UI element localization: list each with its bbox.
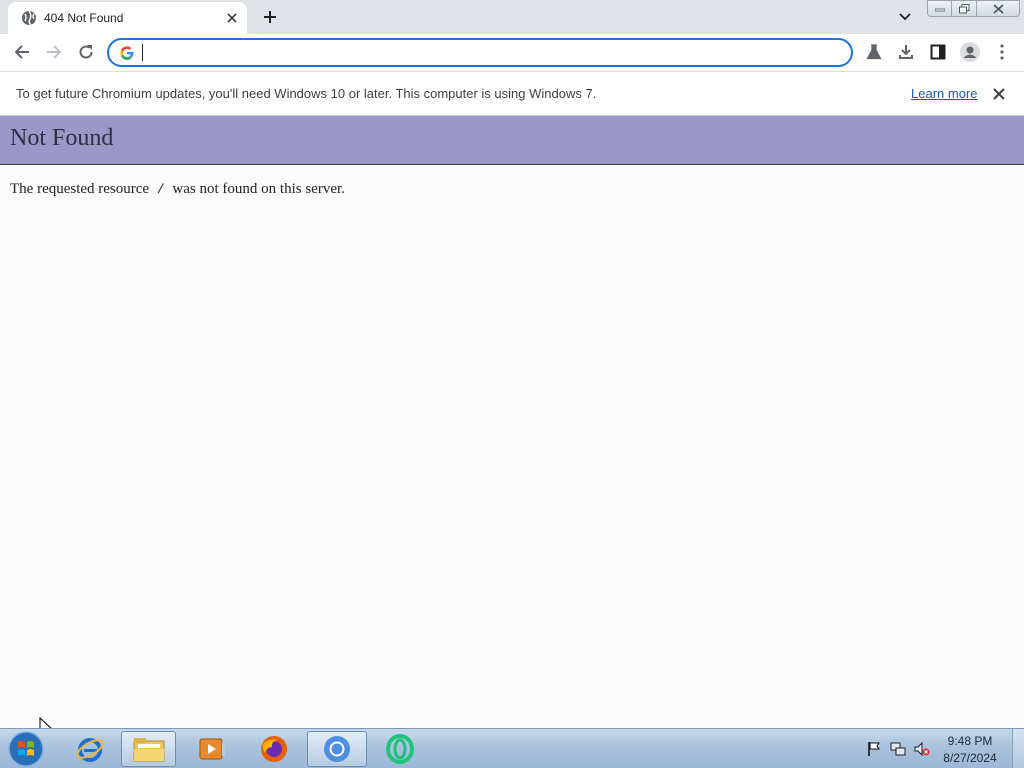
message-after: was not found on this server. xyxy=(172,181,345,197)
message-before: The requested resource xyxy=(10,181,150,197)
reload-icon[interactable] xyxy=(74,40,98,64)
labs-flask-icon[interactable] xyxy=(862,40,886,64)
clock-date[interactable]: 8/27/2024 xyxy=(935,751,1005,765)
minimize-window-icon[interactable] xyxy=(927,0,952,17)
page-header: Not Found xyxy=(0,116,1024,165)
clock-time[interactable]: 9:48 PM xyxy=(935,734,1005,748)
globe-icon xyxy=(21,10,37,26)
forward-icon[interactable] xyxy=(42,40,66,64)
back-icon[interactable] xyxy=(10,40,34,64)
tab-strip: 404 Not Found xyxy=(0,0,1024,34)
menu-icon[interactable] xyxy=(990,40,1014,64)
error-message: The requested resource / was not found o… xyxy=(10,181,345,198)
show-desktop-button[interactable] xyxy=(1012,729,1024,768)
internet-explorer-icon[interactable] xyxy=(70,731,110,767)
action-center-flag-icon[interactable] xyxy=(866,741,882,757)
firefox-icon[interactable] xyxy=(254,731,294,767)
page-title: Not Found xyxy=(10,125,114,151)
opera-icon[interactable] xyxy=(380,731,420,767)
download-icon[interactable] xyxy=(894,40,918,64)
side-panel-icon[interactable] xyxy=(926,40,950,64)
window-controls xyxy=(927,0,1020,18)
file-explorer-icon[interactable] xyxy=(121,731,176,767)
learn-more-link[interactable]: Learn more xyxy=(911,86,977,101)
new-tab-icon[interactable] xyxy=(260,8,280,26)
windows-taskbar: 9:48 PM 8/27/2024 xyxy=(0,728,1024,768)
media-player-icon[interactable] xyxy=(192,731,232,767)
close-tab-icon[interactable] xyxy=(224,10,240,26)
text-caret xyxy=(142,44,143,61)
profile-icon[interactable] xyxy=(958,40,982,64)
address-input[interactable] xyxy=(141,43,841,63)
address-bar[interactable] xyxy=(107,38,853,67)
google-icon xyxy=(119,45,135,61)
tab-title: 404 Not Found xyxy=(44,11,124,25)
tab-404-not-found[interactable]: 404 Not Found xyxy=(8,2,247,34)
close-infobar-icon[interactable] xyxy=(990,85,1008,103)
restore-window-icon[interactable] xyxy=(952,0,977,17)
tab-search-chevron-icon[interactable] xyxy=(896,8,914,26)
update-infobar: To get future Chromium updates, you'll n… xyxy=(0,71,1024,116)
close-window-icon[interactable] xyxy=(977,0,1020,17)
page-content: Not Found The requested resource / was n… xyxy=(0,116,1024,728)
chromium-icon[interactable] xyxy=(307,731,367,767)
network-icon[interactable] xyxy=(890,741,906,757)
infobar-message: To get future Chromium updates, you'll n… xyxy=(16,86,597,101)
resource-path: / xyxy=(156,182,165,197)
volume-muted-icon[interactable] xyxy=(914,741,930,757)
start-orb-icon[interactable] xyxy=(6,730,46,768)
